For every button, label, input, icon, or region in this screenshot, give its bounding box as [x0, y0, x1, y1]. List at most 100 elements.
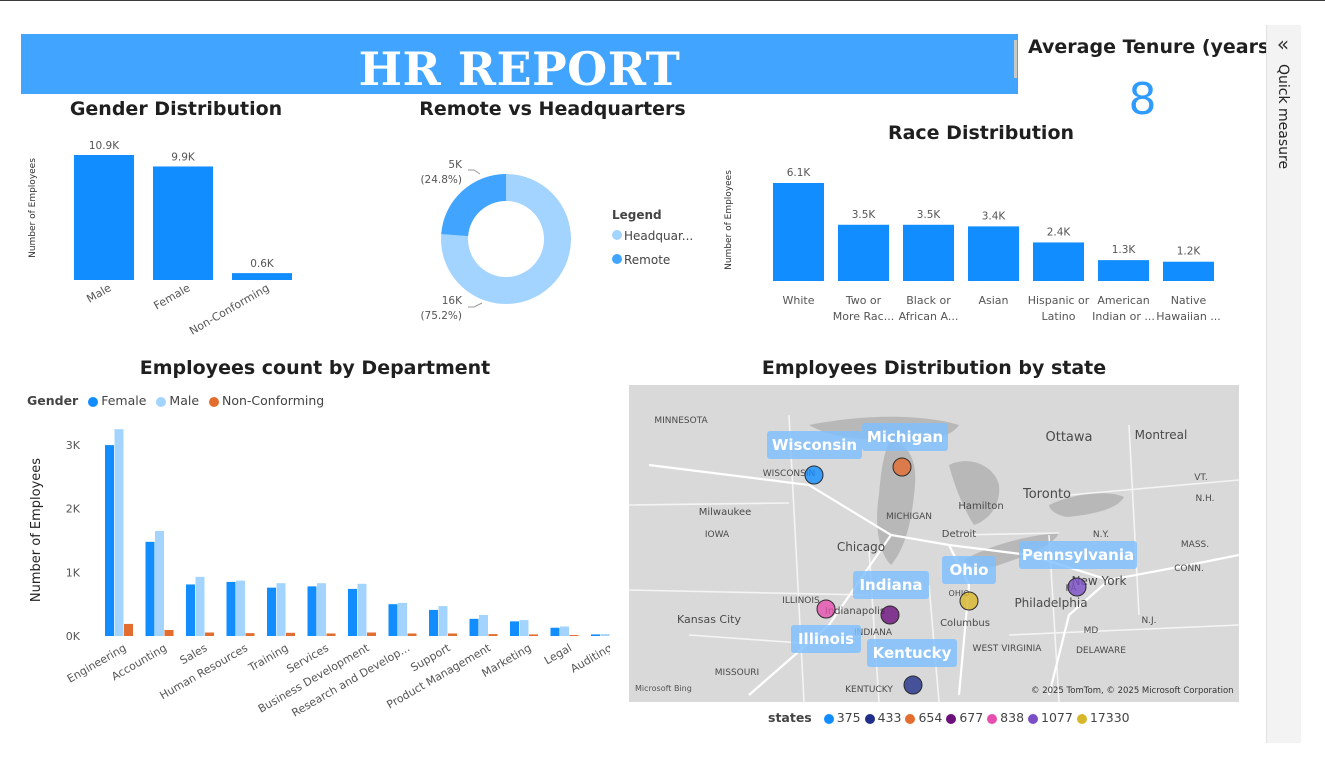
map-legend-label[interactable]: 654 [918, 710, 942, 725]
department-bar-non-conforming[interactable] [488, 634, 498, 636]
race-bar[interactable] [1098, 260, 1149, 281]
race-bar[interactable] [773, 183, 824, 281]
gender-bar[interactable] [153, 166, 213, 280]
department-bar-female[interactable] [267, 587, 276, 636]
gender-distribution-chart[interactable]: Number of Employees 10.9K Male 9.9K Female 0… [20, 130, 320, 350]
map-place-label: ILLINOIS [782, 596, 820, 606]
collapse-chevron-icon[interactable]: « [1270, 32, 1296, 56]
department-bar-female[interactable] [186, 584, 195, 636]
department-bar-non-conforming[interactable] [407, 633, 417, 636]
department-bar-non-conforming[interactable] [448, 633, 457, 636]
gender-category-label: Male [84, 281, 113, 305]
department-bar-non-conforming[interactable] [245, 633, 255, 636]
gender-data-label: 9.9K [171, 151, 196, 163]
department-bar-female[interactable] [550, 627, 560, 636]
department-bar-non-conforming[interactable] [529, 634, 538, 636]
map-legend-swatch [1076, 713, 1087, 724]
map-legend-swatch [987, 713, 998, 724]
race-bar[interactable] [968, 226, 1019, 281]
department-bar-female[interactable] [307, 586, 317, 636]
department-bar-non-conforming[interactable] [286, 632, 295, 636]
race-bar[interactable] [838, 224, 889, 281]
race-bar[interactable] [1033, 242, 1084, 281]
employees-by-department-chart[interactable]: Number of Employees 0K1K2K3KEngineeringA… [20, 420, 610, 725]
department-bar-female[interactable] [591, 634, 600, 636]
map-legend-label[interactable]: 838 [1000, 710, 1024, 725]
legend-female-label[interactable]: Female [101, 393, 146, 408]
state-bubble[interactable] [880, 605, 900, 625]
department-bar-female[interactable] [429, 609, 438, 636]
state-label: Wisconsin [772, 436, 857, 454]
department-bar-male[interactable] [317, 583, 326, 636]
race-category-label: Asian [978, 294, 1008, 307]
map-legend-label[interactable]: 17330 [1090, 710, 1130, 725]
quick-measure-label[interactable]: Quick measure [1266, 64, 1300, 169]
department-bar-male[interactable] [438, 606, 448, 636]
department-category-label: Auditing [568, 641, 610, 675]
race-data-label: 3.5K [852, 209, 877, 221]
race-bar[interactable] [1163, 261, 1214, 281]
department-bar-male[interactable] [479, 615, 488, 636]
race-distribution-chart[interactable]: Number of Employees 6.1K White 3.5K Two or M… [715, 155, 1225, 335]
department-bar-female[interactable] [105, 445, 114, 636]
banner-edge [1014, 40, 1017, 78]
department-bar-male[interactable] [276, 583, 286, 636]
map-legend-label[interactable]: 433 [878, 710, 902, 725]
race-data-label: 1.3K [1112, 244, 1137, 256]
gender-data-label: 10.9K [89, 140, 120, 152]
race-data-label: 3.5K [917, 209, 942, 221]
map-place-label: N.J. [1141, 616, 1156, 626]
state-bubble[interactable] [816, 599, 836, 619]
state-bubble[interactable] [892, 457, 912, 477]
department-bar-non-conforming[interactable] [367, 632, 376, 637]
department-bar-female[interactable] [388, 604, 398, 636]
department-bar-female[interactable] [348, 588, 357, 636]
map-place-label: N.Y. [1093, 530, 1109, 540]
department-bar-male[interactable] [398, 602, 407, 636]
department-bar-male[interactable] [155, 531, 164, 636]
state-label: Illinois [798, 630, 854, 648]
gender-bar[interactable] [74, 155, 134, 280]
department-bar-male[interactable] [600, 634, 610, 636]
department-bar-non-conforming[interactable] [124, 623, 133, 636]
remote-vs-headquarters-chart[interactable]: 5K (24.8%) 16K (75.2%) Legend Headquar... Remo… [410, 150, 710, 330]
map-legend-label[interactable]: 1077 [1041, 710, 1073, 725]
department-bar-female[interactable] [510, 621, 519, 636]
legend-nonconforming-label[interactable]: Non-Conforming [222, 393, 324, 408]
department-bar-male[interactable] [114, 429, 124, 636]
department-bar-male[interactable] [195, 576, 205, 636]
race-chart-title: Race Distribution [887, 122, 1075, 144]
race-category-label: Latino [1042, 310, 1076, 323]
legend-male-label[interactable]: Male [169, 393, 199, 408]
legend-headquarters-label[interactable]: Headquar... [624, 229, 693, 243]
state-bubble[interactable] [959, 591, 979, 611]
race-category-label: Hawaiian ... [1156, 310, 1221, 323]
map-legend-label[interactable]: 375 [837, 710, 861, 725]
race-data-label: 6.1K [787, 167, 812, 179]
map-legend: states 375 433 654 677 838 1077 17330 [768, 710, 1130, 725]
race-bar[interactable] [903, 224, 954, 281]
department-bar-male[interactable] [357, 583, 367, 636]
employees-by-state-map[interactable]: MINNESOTA WISCONSIN Milwaukee IOWA Chicago MI… [629, 385, 1239, 702]
legend-remote-label[interactable]: Remote [624, 253, 670, 267]
map-place-label: Milwaukee [699, 507, 752, 518]
department-bar-male[interactable] [519, 620, 529, 636]
department-bar-female[interactable] [469, 618, 479, 636]
department-bar-male[interactable] [236, 580, 245, 636]
state-bubble[interactable] [903, 675, 923, 695]
department-bar-non-conforming[interactable] [164, 629, 174, 636]
map-legend-label[interactable]: 677 [959, 710, 983, 725]
gender-bar[interactable] [232, 273, 292, 280]
state-bubble[interactable] [1067, 577, 1087, 597]
department-bar-female[interactable] [226, 581, 236, 636]
department-bar-female[interactable] [145, 541, 155, 636]
department-bar-non-conforming[interactable] [326, 633, 336, 636]
map-legend-swatch [946, 713, 957, 724]
department-bar-non-conforming[interactable] [205, 632, 214, 637]
map-place-label: Kansas City [677, 613, 741, 626]
race-category-label: African A... [899, 310, 959, 323]
state-bubble[interactable] [804, 465, 824, 485]
department-bar-non-conforming[interactable] [569, 635, 579, 636]
department-bar-male[interactable] [560, 626, 569, 636]
gender-y-axis-label: Number of Employees [28, 158, 38, 258]
